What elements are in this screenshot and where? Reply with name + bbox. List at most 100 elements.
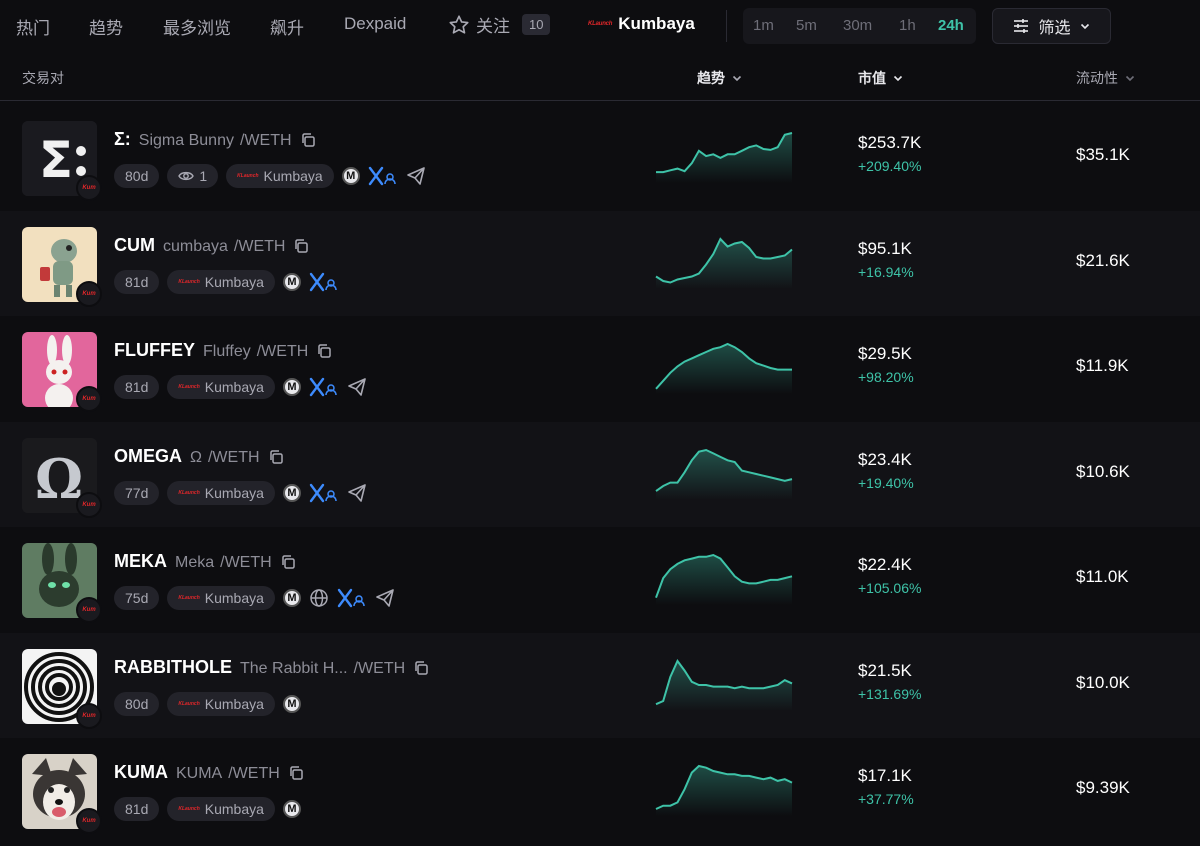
column-header-liquidity[interactable]: 流动性 [1076, 68, 1136, 88]
x-icon[interactable] [309, 483, 339, 503]
age-pill: 80d [114, 164, 160, 188]
column-header-trend[interactable]: 趋势 [697, 68, 743, 88]
token-symbol: FLUFFEY [114, 340, 195, 360]
copy-icon[interactable] [288, 765, 304, 781]
x-icon[interactable] [368, 166, 398, 186]
launchpad-pill-label: Kumbaya [204, 484, 264, 501]
copy-icon[interactable] [413, 660, 429, 676]
launchpad-pill[interactable]: KLaunch Kumbaya [167, 797, 275, 821]
x-icon[interactable] [309, 272, 339, 292]
token-tags: 80d KLaunch Kumbaya M [114, 691, 301, 716]
tab-trending[interactable]: 趋势 [89, 14, 123, 39]
table-row[interactable]: Kum CUM cumbaya/WETH 81d KLaunch Kumbaya M … [0, 210, 1200, 316]
globe-icon[interactable] [309, 588, 329, 608]
timeframe-1m[interactable]: 1m [753, 17, 774, 34]
launchpad-name: Kumbaya [618, 14, 695, 33]
liquidity: $11.9K [1076, 356, 1129, 375]
kumbaya-logo-icon: KLaunch [237, 173, 259, 179]
column-header-mcap[interactable]: 市值 [858, 68, 904, 88]
launchpad-pill-label: Kumbaya [204, 590, 264, 606]
table-row[interactable]: Kum RABBITHOLE The Rabbit H... /WETH 80d K… [0, 632, 1200, 738]
kumbaya-badge-icon: Kum [82, 396, 96, 402]
sliders-icon [1014, 19, 1029, 33]
telegram-icon[interactable] [406, 166, 426, 186]
liquidity: $9.39K [1076, 778, 1130, 797]
launchpad-pill[interactable]: KLaunch Kumbaya [167, 480, 275, 505]
x-icon[interactable] [337, 588, 367, 608]
token-pair: /WETH [228, 765, 280, 782]
kumbaya-badge-icon: Kum [82, 607, 96, 613]
launchpad-pill-label: Kumbaya [204, 801, 264, 817]
token-symbol: MEKA [114, 551, 167, 571]
table-row[interactable]: Kum MEKA Meka/WETH 75d KLaunch Kumbaya M $2… [0, 527, 1200, 632]
token-title: FLUFFEY Fluffey/WETH [114, 340, 332, 361]
token-pair: /WETH [239, 132, 292, 149]
table-row[interactable]: Σ Kum Σ: Sigma Bunny/WETH 80d 1 KLaunch Kum… [0, 105, 1200, 210]
copy-icon[interactable] [268, 449, 284, 465]
token-pair: /WETH [233, 237, 286, 255]
launchpad-kumbaya-tab[interactable]: KLaunch Kumbaya [588, 14, 695, 34]
views-count: 1 [199, 168, 208, 184]
token-pair: /WETH [220, 554, 272, 571]
liquidity: $35.1K [1076, 145, 1130, 164]
token-pair: /WETH [353, 659, 406, 677]
kumbaya-logo-icon: KLaunch [178, 489, 200, 496]
telegram-icon[interactable] [375, 588, 395, 608]
sparkline-chart [655, 342, 792, 394]
copy-icon[interactable] [293, 238, 309, 254]
price-change: +19.40% [858, 474, 914, 491]
market-cap: $17.1K [858, 766, 912, 785]
tab-hot[interactable]: 热门 [16, 14, 50, 39]
age-pill: 75d [114, 586, 160, 610]
launchpad-badge: Kum [76, 491, 102, 518]
m-icon[interactable]: M [341, 167, 360, 185]
m-icon[interactable]: M [282, 589, 301, 607]
token-symbol: Σ: [114, 129, 131, 149]
kumbaya-badge-icon: Kum [82, 712, 96, 719]
token-title: Σ: Sigma Bunny/WETH [114, 129, 316, 150]
launchpad-pill[interactable]: KLaunch Kumbaya [167, 375, 275, 399]
m-icon[interactable]: M [282, 483, 301, 502]
timeframe-5m[interactable]: 5m [796, 17, 817, 34]
eye-icon [178, 171, 195, 181]
launchpad-pill[interactable]: KLaunch Kumbaya [167, 586, 275, 610]
sparkline-chart [655, 553, 793, 605]
tab-most-viewed[interactable]: 最多浏览 [163, 14, 231, 39]
timeframe-1h[interactable]: 1h [899, 17, 916, 34]
telegram-icon[interactable] [347, 483, 367, 503]
table-row[interactable]: Ω Kum OMEGA Ω/WETH 77d KLaunch Kumbaya M $2… [0, 421, 1200, 527]
launchpad-pill[interactable]: KLaunch Kumbaya [226, 164, 334, 188]
telegram-icon[interactable] [347, 377, 367, 397]
x-icon[interactable] [309, 377, 339, 397]
timeframe-24h[interactable]: 24h [938, 17, 964, 34]
launchpad-pill-label: Kumbaya [204, 379, 264, 395]
tab-dexpaid[interactable]: Dexpaid [344, 14, 406, 34]
tab-follow[interactable]: 关注 10 [448, 12, 551, 37]
price-change: +37.77% [858, 791, 914, 807]
token-name: KUMA [176, 765, 223, 782]
sparkline-chart [656, 132, 793, 183]
m-icon[interactable]: M [282, 694, 301, 713]
column-header-pair: 交易对 [22, 68, 64, 88]
copy-icon[interactable] [316, 343, 332, 359]
copy-icon[interactable] [300, 132, 316, 148]
sparkline-area [656, 238, 792, 289]
tab-soaring[interactable]: 飙升 [270, 14, 304, 39]
launchpad-pill[interactable]: KLaunch Kumbaya [167, 269, 275, 294]
m-icon[interactable]: M [282, 378, 301, 396]
launchpad-pill[interactable]: KLaunch Kumbaya [167, 691, 275, 716]
table-row[interactable]: Kum FLUFFEY Fluffey/WETH 81d KLaunch Kumba… [0, 316, 1200, 421]
timeframe-selector: 1m 5m 30m 1h 24h [743, 8, 976, 44]
token-name: Meka [175, 554, 215, 571]
table-row[interactable]: Kum KUMA KUMA/WETH 81d KLaunch Kumbaya M $1… [0, 738, 1200, 843]
sparkline-chart [655, 658, 793, 711]
liquidity: $21.6K [1076, 250, 1130, 270]
m-icon[interactable]: M [282, 272, 301, 291]
kumbaya-badge-icon: Kum [82, 185, 96, 191]
timeframe-30m[interactable]: 30m [843, 17, 872, 34]
filter-label: 筛选 [1038, 20, 1071, 37]
copy-icon[interactable] [280, 554, 296, 570]
market-cap: $95.1K [858, 238, 912, 258]
filter-button[interactable]: 筛选 [992, 8, 1111, 44]
m-icon[interactable]: M [282, 800, 301, 818]
